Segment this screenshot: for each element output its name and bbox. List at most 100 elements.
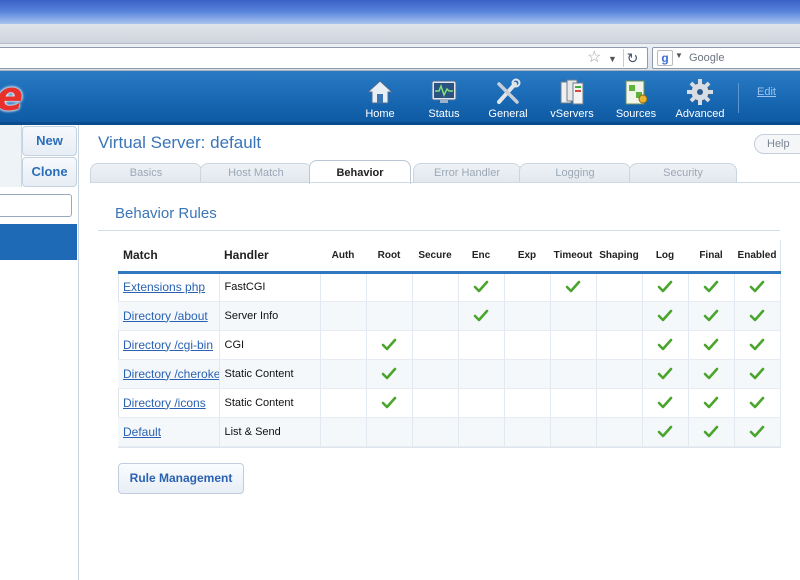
- rule-flag-cell: [596, 330, 643, 360]
- rule-flag-cell: [550, 417, 597, 447]
- rule-handler-cell: FastCGI: [219, 272, 321, 302]
- rule-match-cell: Default: [118, 417, 220, 447]
- table-row[interactable]: Directory /cherokee_themesStatic Content: [118, 359, 781, 389]
- history-dropdown-icon[interactable]: ▼: [608, 50, 617, 68]
- nav-advanced[interactable]: Advanced: [669, 74, 731, 122]
- help-button[interactable]: Help: [754, 134, 800, 154]
- nav-general[interactable]: General: [477, 74, 539, 122]
- checkmark-icon: [703, 280, 719, 293]
- rule-flag-cell: [458, 330, 505, 360]
- tab-security[interactable]: Security: [629, 163, 737, 183]
- rule-flag-cell: [550, 301, 597, 331]
- rule-flag-cell: [412, 301, 459, 331]
- sidebar-filter-input[interactable]: [0, 194, 72, 217]
- sidebar-item-selected[interactable]: [0, 224, 77, 260]
- checkmark-icon: [703, 338, 719, 350]
- tab-logging[interactable]: Logging: [519, 163, 631, 183]
- rule-flag-cell: [412, 272, 459, 302]
- rule-handler-cell: Static Content: [219, 359, 321, 389]
- nav-vservers[interactable]: vServers: [541, 74, 603, 122]
- rule-flag-cell: [412, 388, 459, 418]
- google-engine-icon[interactable]: g: [657, 50, 673, 66]
- column-header: Enc: [458, 240, 504, 274]
- search-box[interactable]: g ▼ Google: [652, 47, 800, 69]
- reload-icon[interactable]: ↻: [623, 49, 641, 67]
- search-placeholder: Google: [689, 52, 725, 64]
- rule-match-link[interactable]: Default: [123, 425, 161, 439]
- rule-match-link[interactable]: Directory /cherokee_themes: [123, 367, 218, 381]
- rule-flag-cell: [688, 301, 735, 331]
- rule-match-link[interactable]: Extensions php: [123, 280, 205, 294]
- rule-flag-cell: [320, 301, 367, 331]
- rule-flag-cell: [734, 417, 781, 447]
- column-header: Final: [688, 240, 734, 274]
- rule-flag-cell: [504, 417, 551, 447]
- new-button[interactable]: New: [22, 126, 77, 156]
- checkmark-icon: [749, 367, 765, 379]
- rule-flag-cell: [504, 272, 551, 302]
- clone-button[interactable]: Clone: [22, 157, 77, 187]
- browser-toolbar: ☆ ▼ ↻ g ▼ Google: [0, 44, 800, 71]
- tab-host-match[interactable]: Host Match: [200, 163, 312, 183]
- rule-flag-cell: [458, 301, 505, 331]
- nav-home[interactable]: Home: [349, 74, 411, 122]
- column-header: Handler: [219, 240, 320, 274]
- checkmark-icon: [703, 396, 719, 408]
- menu-strip: [0, 24, 800, 44]
- tab-behavior[interactable]: Behavior: [309, 160, 411, 184]
- rule-flag-cell: [458, 272, 505, 302]
- checkmark-icon: [657, 425, 673, 437]
- rule-flag-cell: [458, 388, 505, 418]
- rule-flag-cell: [320, 417, 367, 447]
- table-row[interactable]: Directory /about Server Info: [118, 301, 781, 331]
- checkmark-icon: [749, 280, 765, 293]
- table-row[interactable]: Directory /icons Static Content: [118, 388, 781, 418]
- rule-flag-cell: [412, 330, 459, 360]
- nav-sources[interactable]: Sources: [605, 74, 667, 122]
- rule-flag-cell: [458, 417, 505, 447]
- sidebar: New Clone: [0, 125, 79, 580]
- checkmark-icon: [565, 280, 581, 293]
- nav-status[interactable]: Status: [413, 74, 475, 122]
- app-logo[interactable]: e: [0, 73, 23, 121]
- tab-error-handler[interactable]: Error Handler: [413, 163, 521, 183]
- rule-match-cell: Directory /cgi-bin: [118, 330, 220, 360]
- rule-match-link[interactable]: Directory /cgi-bin: [123, 338, 213, 352]
- table-row[interactable]: Extensions php FastCGI: [118, 272, 781, 302]
- rule-flag-cell: [642, 301, 689, 331]
- rule-flag-cell: [734, 388, 781, 418]
- rule-match-link[interactable]: Directory /icons: [123, 396, 206, 410]
- rule-flag-cell: [366, 330, 413, 360]
- column-header: Auth: [320, 240, 366, 274]
- column-header: Match: [118, 240, 219, 274]
- rule-match-cell: Directory /icons: [118, 388, 220, 418]
- rule-handler-cell: List & Send: [219, 417, 321, 447]
- sources-icon: [625, 80, 648, 105]
- bookmark-star-icon[interactable]: ☆: [587, 49, 601, 67]
- rule-flag-cell: [550, 388, 597, 418]
- checkmark-icon: [473, 309, 489, 321]
- rule-flag-cell: [366, 272, 413, 302]
- edit-link[interactable]: Edit: [757, 86, 776, 98]
- checkmark-icon: [657, 396, 673, 408]
- rule-flag-cell: [504, 301, 551, 331]
- table-row[interactable]: Default List & Send: [118, 417, 781, 447]
- rule-flag-cell: [642, 417, 689, 447]
- tab-basics[interactable]: Basics: [90, 163, 202, 183]
- rule-match-link[interactable]: Directory /about: [123, 309, 208, 323]
- nav-home-label: Home: [365, 108, 395, 120]
- rule-flag-cell: [550, 359, 597, 389]
- checkmark-icon: [749, 425, 765, 437]
- engine-dropdown-icon[interactable]: ▼: [675, 51, 683, 60]
- rule-flag-cell: [504, 330, 551, 360]
- rule-flag-cell: [734, 301, 781, 331]
- rules-table: Match Handler Auth Root Secure Enc Exp T…: [118, 240, 781, 447]
- column-header: Timeout: [550, 240, 596, 274]
- rule-flag-cell: [642, 272, 689, 302]
- rule-flag-cell: [596, 359, 643, 389]
- rule-flag-cell: [320, 359, 367, 389]
- address-bar[interactable]: ☆ ▼ ↻: [0, 47, 648, 69]
- table-row[interactable]: Directory /cgi-bin CGI: [118, 330, 781, 360]
- rule-management-button[interactable]: Rule Management: [118, 463, 244, 494]
- nav-sources-label: Sources: [615, 108, 657, 120]
